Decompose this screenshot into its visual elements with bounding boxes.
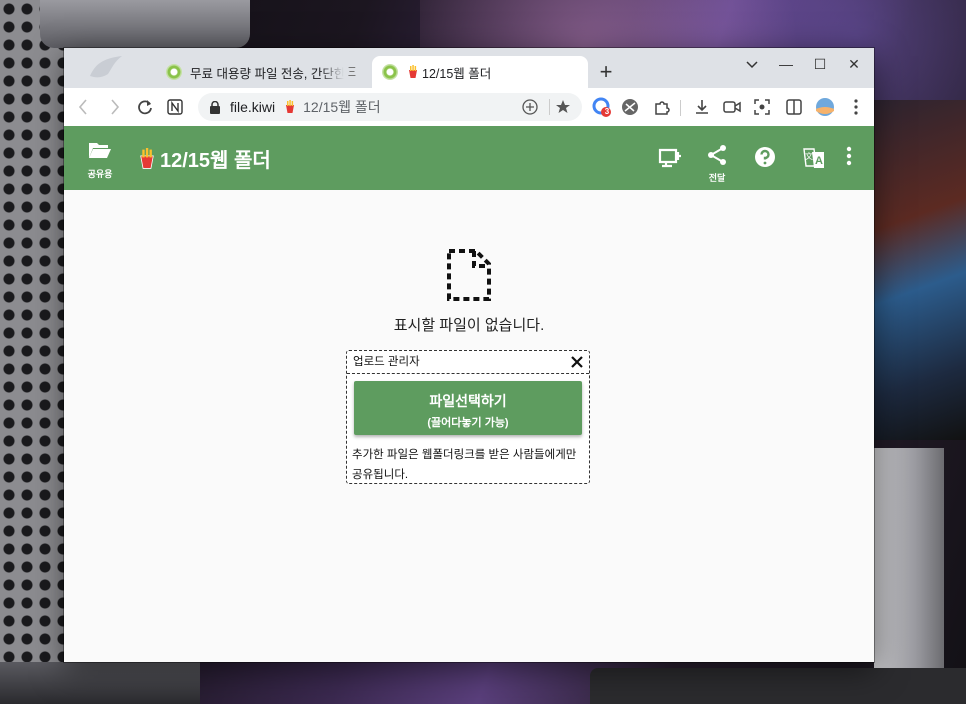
screen-record-icon[interactable] bbox=[722, 97, 742, 117]
vpn-extension-icon[interactable] bbox=[620, 97, 640, 117]
upload-note: 추가한 파일은 웹폴더링크를 받은 사람들에게만 공유됩니다. bbox=[352, 449, 577, 481]
reload-button[interactable] bbox=[132, 94, 158, 120]
select-file-button[interactable]: 파일선택하기 (끌어다놓기 가능) bbox=[354, 381, 582, 435]
tab-file-kiwi-home[interactable]: 무료 대용량 파일 전송, 간단한 Ξ bbox=[156, 56, 366, 88]
add-bookmark-icon[interactable] bbox=[522, 99, 538, 115]
back-button[interactable] bbox=[70, 94, 96, 120]
tab-title: 무료 대용량 파일 전송, 간단한 bbox=[190, 66, 344, 81]
svg-text:文: 文 bbox=[805, 151, 813, 161]
upload-manager-header: 업로드 관리자 bbox=[347, 351, 589, 374]
side-panel-icon[interactable] bbox=[784, 97, 804, 117]
tab-strip: 무료 대용량 파일 전송, 간단한 Ξ 12/15웹 폴더 + — ☐ ✕ bbox=[64, 48, 874, 88]
wallpaper-mac-pro bbox=[0, 0, 68, 704]
help-icon bbox=[755, 147, 775, 167]
tab-search-chevron-icon[interactable] bbox=[734, 52, 770, 76]
app-header: 공유용 12/15웹 폴더 전달 A文 bbox=[64, 126, 874, 190]
file-list-area[interactable]: 표시할 파일이 없습니다. 업로드 관리자 파일선택하기 (끌어다놓기 가능) … bbox=[64, 190, 874, 662]
close-icon[interactable] bbox=[569, 354, 585, 370]
extension-badge: 3 bbox=[604, 107, 610, 116]
profile-avatar[interactable] bbox=[815, 97, 835, 117]
tv-cast-button[interactable] bbox=[658, 146, 682, 173]
kiwi-favicon-icon bbox=[382, 64, 398, 80]
new-tab-button[interactable]: + bbox=[594, 61, 618, 85]
fries-emoji-icon bbox=[409, 65, 417, 78]
screenshot-icon[interactable] bbox=[752, 97, 772, 117]
lock-icon bbox=[210, 100, 220, 114]
more-menu-button[interactable] bbox=[846, 146, 852, 171]
forward-button[interactable] bbox=[102, 94, 128, 120]
extensions-puzzle-icon[interactable] bbox=[652, 97, 672, 117]
more-vertical-icon bbox=[846, 146, 852, 166]
minimize-button[interactable]: — bbox=[768, 52, 804, 76]
kiwi-favicon-icon bbox=[166, 64, 182, 80]
wallpaper-mac-pro-base bbox=[0, 662, 200, 704]
wallpaper-keyboard bbox=[590, 668, 966, 704]
fries-emoji-icon bbox=[140, 147, 154, 169]
wallpaper-mac-pro-handle bbox=[40, 0, 250, 48]
url-domain: file.kiwi bbox=[230, 99, 276, 115]
fries-emoji-icon bbox=[286, 100, 295, 113]
translate-button[interactable]: A文 bbox=[802, 146, 826, 175]
close-window-button[interactable]: ✕ bbox=[836, 52, 872, 76]
maximize-button[interactable]: ☐ bbox=[802, 52, 838, 76]
page-title-text: 12/15웹 폴더 bbox=[160, 150, 271, 172]
folder-open-icon bbox=[89, 143, 111, 158]
browser-menu-icon[interactable] bbox=[846, 97, 866, 117]
help-button[interactable] bbox=[754, 146, 776, 173]
tab-title-overflow: Ξ bbox=[347, 65, 356, 79]
share-icon bbox=[708, 145, 726, 165]
browser-window: 무료 대용량 파일 전송, 간단한 Ξ 12/15웹 폴더 + — ☐ ✕ fi… bbox=[64, 48, 874, 662]
translate-icon: A文 bbox=[803, 148, 824, 168]
profile-bird-icon bbox=[90, 56, 122, 78]
upload-manager-panel: 업로드 관리자 파일선택하기 (끌어다놓기 가능) 추가한 파일은 웹폴더링크를… bbox=[346, 350, 590, 484]
tab-title: 12/15웹 폴더 bbox=[422, 66, 492, 81]
star-collections-icon[interactable] bbox=[556, 99, 574, 115]
share-button[interactable]: 전달 bbox=[706, 144, 728, 184]
empty-file-icon bbox=[447, 249, 491, 301]
download-icon[interactable] bbox=[692, 97, 712, 117]
wallpaper-robot-picture bbox=[874, 100, 966, 440]
folder-button-label: 공유용 bbox=[87, 169, 113, 179]
url-path: 12/15웹 폴더 bbox=[303, 99, 381, 115]
upload-manager-title: 업로드 관리자 bbox=[353, 356, 420, 368]
drag-drop-hint: (끌어다놓기 가능) bbox=[427, 417, 509, 429]
tab-web-folder[interactable]: 12/15웹 폴더 bbox=[372, 56, 588, 88]
page-title: 12/15웹 폴더 bbox=[136, 144, 271, 173]
shared-folder-button[interactable]: 공유용 bbox=[84, 140, 116, 180]
notion-extension-icon[interactable] bbox=[162, 94, 188, 120]
google-extension-icon[interactable]: 3 bbox=[592, 97, 612, 117]
select-file-label: 파일선택하기 bbox=[429, 393, 507, 409]
empty-message: 표시할 파일이 없습니다. bbox=[393, 317, 545, 334]
share-label: 전달 bbox=[708, 173, 726, 183]
wallpaper-monitor-stand bbox=[874, 448, 944, 704]
address-bar[interactable]: file.kiwi 12/15웹 폴더 bbox=[198, 93, 582, 121]
browser-toolbar: file.kiwi 12/15웹 폴더 3 bbox=[64, 88, 874, 126]
display-icon bbox=[658, 148, 681, 168]
svg-text:A: A bbox=[815, 155, 823, 167]
